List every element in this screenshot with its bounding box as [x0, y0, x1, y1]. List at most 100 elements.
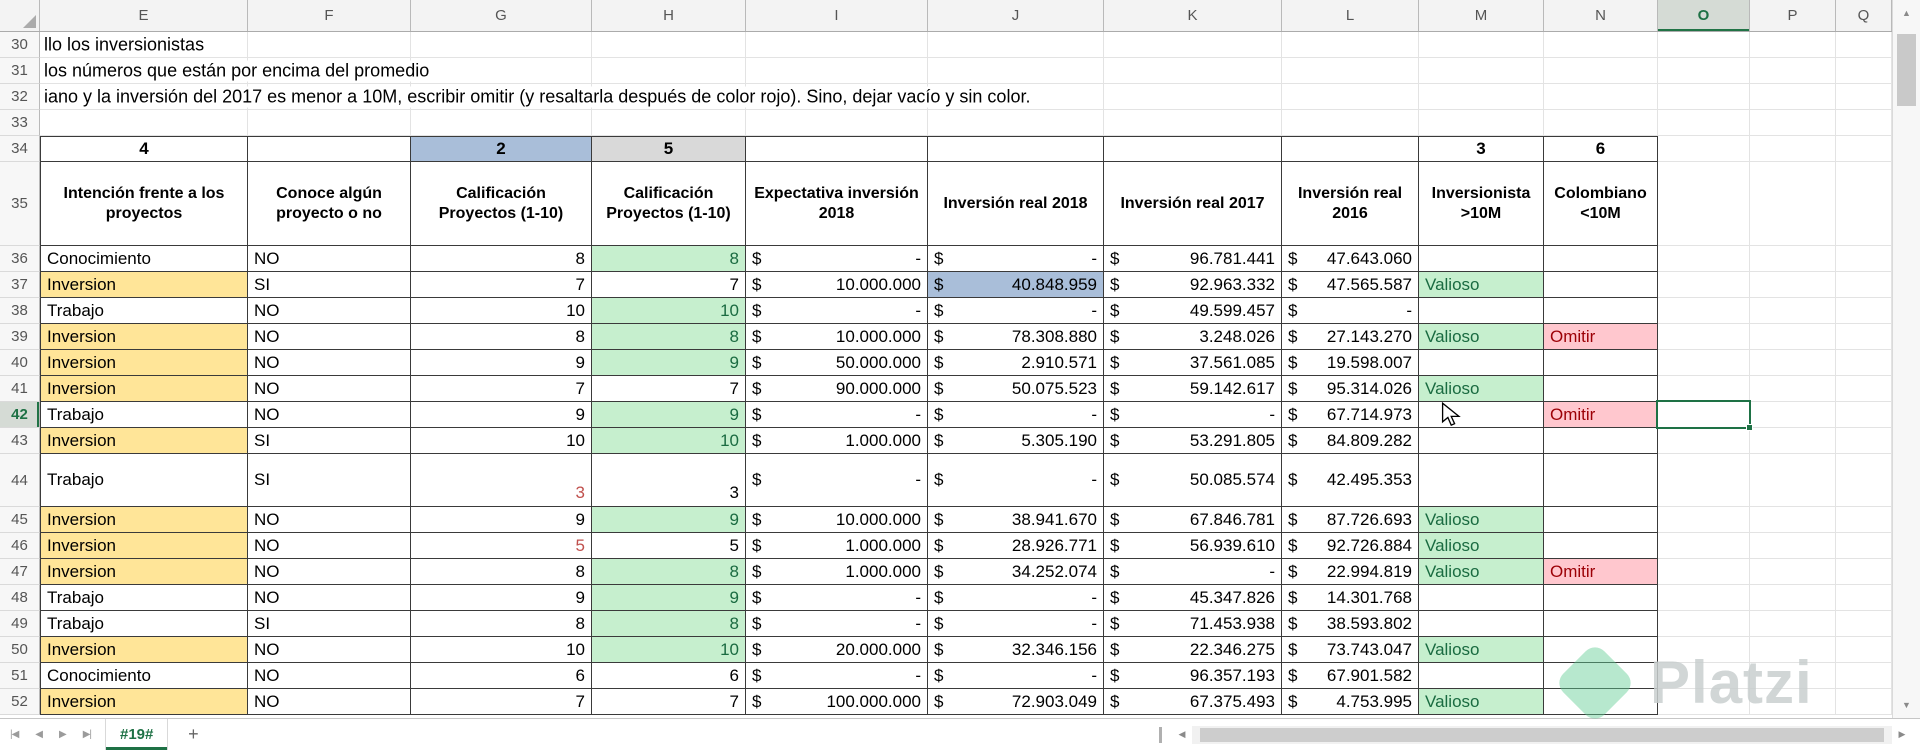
cell-O52[interactable] [1658, 689, 1750, 715]
cell-E39[interactable]: Inversion [40, 324, 248, 350]
cell-F49[interactable]: SI [248, 611, 411, 637]
cell-N32[interactable] [1544, 84, 1658, 110]
cell-J39[interactable]: $78.308.880 [928, 324, 1104, 350]
cell-J47[interactable]: $34.252.074 [928, 559, 1104, 585]
cell-I35[interactable]: Expectativa inversión 2018 [746, 162, 928, 246]
cell-Q44[interactable] [1836, 454, 1892, 507]
cell-N48[interactable] [1544, 585, 1658, 611]
cell-J37[interactable]: $40.848.959 [928, 272, 1104, 298]
cell-G50[interactable]: 10 [411, 637, 592, 663]
cell-L51[interactable]: $67.901.582 [1282, 663, 1419, 689]
column-header-G[interactable]: G [411, 0, 592, 31]
tab-scroll-splitter[interactable] [1159, 726, 1162, 743]
cell-P32[interactable] [1750, 84, 1836, 110]
cell-K46[interactable]: $56.939.610 [1104, 533, 1282, 559]
column-header-I[interactable]: I [746, 0, 928, 31]
prev-sheet-icon[interactable]: ◀ [35, 729, 43, 740]
cell-N41[interactable] [1544, 376, 1658, 402]
cell-F47[interactable]: NO [248, 559, 411, 585]
cell-N49[interactable] [1544, 611, 1658, 637]
cell-O35[interactable] [1658, 162, 1750, 246]
cell-H40[interactable]: 9 [592, 350, 746, 376]
select-all-corner[interactable] [0, 0, 40, 31]
row-header-32[interactable]: 32 [0, 84, 40, 110]
cell-Q39[interactable] [1836, 324, 1892, 350]
cell-K44[interactable]: $50.085.574 [1104, 454, 1282, 507]
row-header-48[interactable]: 48 [0, 585, 40, 611]
cell-G33[interactable] [411, 110, 592, 136]
cell-K48[interactable]: $45.347.826 [1104, 585, 1282, 611]
cell-N43[interactable] [1544, 428, 1658, 454]
column-header-H[interactable]: H [592, 0, 746, 31]
cell-L40[interactable]: $19.598.007 [1282, 350, 1419, 376]
cell-E50[interactable]: Inversion [40, 637, 248, 663]
row-header-36[interactable]: 36 [0, 246, 40, 272]
cell-I45[interactable]: $10.000.000 [746, 507, 928, 533]
cell-K34[interactable] [1104, 136, 1282, 162]
cell-J49[interactable]: $ - [928, 611, 1104, 637]
cell-G31[interactable] [411, 58, 592, 84]
cell-I37[interactable]: $10.000.000 [746, 272, 928, 298]
cell-N50[interactable] [1544, 637, 1658, 663]
cell-K37[interactable]: $92.963.332 [1104, 272, 1282, 298]
cell-N47[interactable]: Omitir [1544, 559, 1658, 585]
cell-M44[interactable] [1419, 454, 1544, 507]
column-header-K[interactable]: K [1104, 0, 1282, 31]
cell-H50[interactable]: 10 [592, 637, 746, 663]
cell-H37[interactable]: 7 [592, 272, 746, 298]
cell-G46[interactable]: 5 [411, 533, 592, 559]
cell-J52[interactable]: $72.903.049 [928, 689, 1104, 715]
cell-M39[interactable]: Valioso [1419, 324, 1544, 350]
cell-E49[interactable]: Trabajo [40, 611, 248, 637]
cell-M42[interactable] [1419, 402, 1544, 428]
column-header-N[interactable]: N [1544, 0, 1658, 31]
cell-M43[interactable] [1419, 428, 1544, 454]
cell-H41[interactable]: 7 [592, 376, 746, 402]
cell-H33[interactable] [592, 110, 746, 136]
cell-J35[interactable]: Inversión real 2018 [928, 162, 1104, 246]
cell-P50[interactable] [1750, 637, 1836, 663]
cell-K31[interactable] [1104, 58, 1282, 84]
cell-J36[interactable]: $ - [928, 246, 1104, 272]
cell-K47[interactable]: $ - [1104, 559, 1282, 585]
cell-E35[interactable]: Intención frente a los proyectos [40, 162, 248, 246]
cell-L43[interactable]: $84.809.282 [1282, 428, 1419, 454]
column-header-O[interactable]: O [1658, 0, 1750, 31]
cell-O39[interactable] [1658, 324, 1750, 350]
cell-J33[interactable] [928, 110, 1104, 136]
cell-Q40[interactable] [1836, 350, 1892, 376]
cell-G49[interactable]: 8 [411, 611, 592, 637]
cell-F43[interactable]: SI [248, 428, 411, 454]
cell-O36[interactable] [1658, 246, 1750, 272]
cell-Q32[interactable] [1836, 84, 1892, 110]
cell-F33[interactable] [248, 110, 411, 136]
cell-N36[interactable] [1544, 246, 1658, 272]
cell-P51[interactable] [1750, 663, 1836, 689]
cell-H45[interactable]: 9 [592, 507, 746, 533]
cell-L33[interactable] [1282, 110, 1419, 136]
cell-P45[interactable] [1750, 507, 1836, 533]
row-header-52[interactable]: 52 [0, 689, 40, 715]
horizontal-scrollbar-thumb[interactable] [1200, 727, 1884, 742]
cell-O46[interactable] [1658, 533, 1750, 559]
cell-O37[interactable] [1658, 272, 1750, 298]
cell-H51[interactable]: 6 [592, 663, 746, 689]
cell-Q38[interactable] [1836, 298, 1892, 324]
cell-P36[interactable] [1750, 246, 1836, 272]
cell-E41[interactable]: Inversion [40, 376, 248, 402]
cell-E51[interactable]: Conocimiento [40, 663, 248, 689]
cell-H31[interactable] [592, 58, 746, 84]
vertical-scrollbar-thumb[interactable] [1897, 34, 1916, 106]
cell-N52[interactable] [1544, 689, 1658, 715]
cell-N44[interactable] [1544, 454, 1658, 507]
column-header-E[interactable]: E [40, 0, 248, 31]
cell-E45[interactable]: Inversion [40, 507, 248, 533]
cell-H38[interactable]: 10 [592, 298, 746, 324]
cell-M40[interactable] [1419, 350, 1544, 376]
column-header-M[interactable]: M [1419, 0, 1544, 31]
cell-F36[interactable]: NO [248, 246, 411, 272]
cell-P33[interactable] [1750, 110, 1836, 136]
cell-K39[interactable]: $3.248.026 [1104, 324, 1282, 350]
row-header-50[interactable]: 50 [0, 637, 40, 663]
column-header-L[interactable]: L [1282, 0, 1419, 31]
